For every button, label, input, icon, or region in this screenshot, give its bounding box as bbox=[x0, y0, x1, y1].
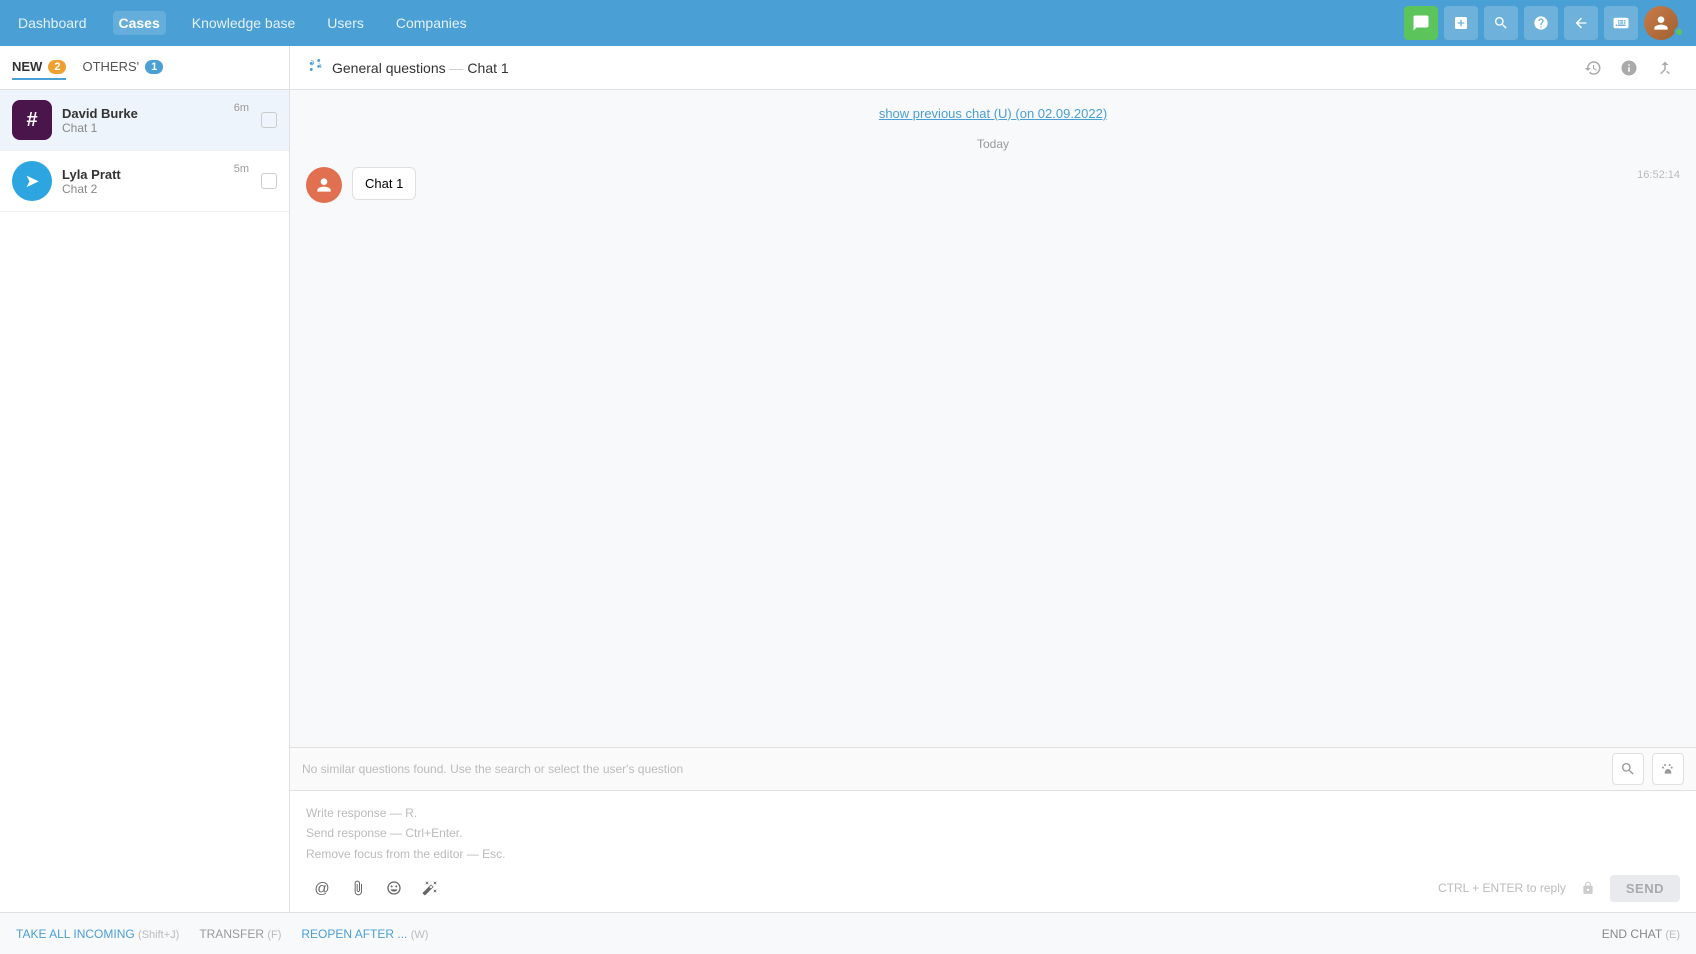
chat-name-lyla: Lyla Pratt bbox=[62, 167, 251, 182]
suggestions-text: No similar questions found. Use the sear… bbox=[302, 762, 1604, 776]
tab-new-label: NEW bbox=[12, 59, 42, 74]
suggestions-bar: No similar questions found. Use the sear… bbox=[290, 747, 1696, 791]
chat-sub-lyla: Chat 2 bbox=[62, 182, 251, 196]
suggestions-search-btn[interactable] bbox=[1612, 753, 1644, 785]
attach-btn[interactable] bbox=[342, 872, 374, 904]
user-avatar-area bbox=[1644, 6, 1684, 40]
avatar[interactable] bbox=[1644, 6, 1678, 40]
end-chat-btn[interactable]: END CHAT (E) bbox=[1602, 927, 1680, 941]
messages-area: show previous chat (U) (on 02.09.2022) T… bbox=[290, 90, 1696, 747]
message-bubble: Chat 1 bbox=[352, 167, 416, 200]
tab-new-badge: 2 bbox=[48, 60, 66, 74]
merge-icon-btn[interactable] bbox=[1650, 53, 1680, 83]
message-content: Chat 1 bbox=[352, 167, 1627, 200]
mention-btn[interactable]: @ bbox=[306, 872, 338, 904]
keyboard-icon-btn[interactable] bbox=[1604, 6, 1638, 40]
chat-area: General questions — Chat 1 show previous… bbox=[290, 46, 1696, 912]
send-section: CTRL + ENTER to reply SEND bbox=[1438, 874, 1680, 902]
tab-others[interactable]: OTHERS' 1 bbox=[82, 55, 163, 80]
main-layout: NEW 2 OTHERS' 1 # David Burke Chat 1 6m bbox=[0, 46, 1696, 912]
status-indicator bbox=[1674, 27, 1684, 37]
chat-checkbox-david[interactable] bbox=[261, 112, 277, 128]
transfer-btn[interactable]: TRANSFER (F) bbox=[199, 927, 281, 941]
help-icon-btn[interactable] bbox=[1524, 6, 1558, 40]
lock-btn[interactable] bbox=[1574, 874, 1602, 902]
chat-sub-david: Chat 1 bbox=[62, 121, 251, 135]
response-toolbar: @ CTRL + ENTER to reply SEND bbox=[306, 864, 1680, 904]
emoji-btn[interactable] bbox=[378, 872, 410, 904]
nav-cases[interactable]: Cases bbox=[113, 11, 166, 35]
send-button[interactable]: SEND bbox=[1610, 875, 1680, 902]
top-navigation: Dashboard Cases Knowledge base Users Com… bbox=[0, 0, 1696, 46]
chat-checkbox-lyla[interactable] bbox=[261, 173, 277, 189]
tab-new[interactable]: NEW 2 bbox=[12, 55, 66, 80]
chat-list: # David Burke Chat 1 6m ➤ Lyla Pratt Cha… bbox=[0, 90, 289, 912]
nav-right-actions bbox=[1404, 6, 1684, 40]
response-area: Write response — R. Send response — Ctrl… bbox=[290, 791, 1696, 912]
chat-info-david: David Burke Chat 1 bbox=[62, 106, 251, 135]
bottom-bar: TAKE ALL INCOMING (Shift+J) TRANSFER (F)… bbox=[0, 912, 1696, 954]
message-time: 16:52:14 bbox=[1637, 169, 1680, 181]
chat-name-david: David Burke bbox=[62, 106, 251, 121]
nav-dashboard[interactable]: Dashboard bbox=[12, 11, 93, 35]
format-btn[interactable] bbox=[414, 872, 446, 904]
response-hints: Write response — R. Send response — Ctrl… bbox=[306, 803, 1680, 864]
history-icon-btn[interactable] bbox=[1578, 53, 1608, 83]
sidebar: NEW 2 OTHERS' 1 # David Burke Chat 1 6m bbox=[0, 46, 290, 912]
sidebar-tabs: NEW 2 OTHERS' 1 bbox=[0, 46, 289, 90]
add-icon-btn[interactable] bbox=[1444, 6, 1478, 40]
suggestions-pet-btn[interactable] bbox=[1652, 753, 1684, 785]
search-icon-btn[interactable] bbox=[1484, 6, 1518, 40]
chat-header: General questions — Chat 1 bbox=[290, 46, 1696, 90]
back-icon-btn[interactable] bbox=[1564, 6, 1598, 40]
header-actions bbox=[1578, 53, 1680, 83]
date-divider: Today bbox=[306, 137, 1680, 151]
reopen-after-btn[interactable]: REOPEN AFTER ... (W) bbox=[301, 927, 428, 941]
nav-knowledge-base[interactable]: Knowledge base bbox=[186, 11, 302, 35]
chat-time-david: 6m bbox=[234, 102, 249, 114]
prev-chat-link[interactable]: show previous chat (U) (on 02.09.2022) bbox=[306, 106, 1680, 121]
prev-chat-date: (on 02.09.2022) bbox=[1015, 106, 1107, 121]
chat-avatar-slack: # bbox=[12, 100, 52, 140]
branch-icon bbox=[306, 56, 324, 79]
nav-companies[interactable]: Companies bbox=[390, 11, 473, 35]
tab-others-badge: 1 bbox=[145, 60, 163, 74]
take-all-incoming-btn[interactable]: TAKE ALL INCOMING (Shift+J) bbox=[16, 927, 179, 941]
chat-avatar-telegram: ➤ bbox=[12, 161, 52, 201]
send-hint: CTRL + ENTER to reply bbox=[1438, 881, 1566, 895]
nav-users[interactable]: Users bbox=[321, 11, 370, 35]
chat-info-lyla: Lyla Pratt Chat 2 bbox=[62, 167, 251, 196]
info-icon-btn[interactable] bbox=[1614, 53, 1644, 83]
message-row: Chat 1 16:52:14 bbox=[306, 167, 1680, 203]
chat-item-david-burke[interactable]: # David Burke Chat 1 6m bbox=[0, 90, 289, 151]
chat-header-title: General questions — Chat 1 bbox=[332, 60, 1570, 76]
chat-time-lyla: 5m bbox=[234, 163, 249, 175]
chat-icon-btn[interactable] bbox=[1404, 6, 1438, 40]
message-avatar bbox=[306, 167, 342, 203]
tab-others-label: OTHERS' bbox=[82, 59, 139, 74]
chat-item-lyla-pratt[interactable]: ➤ Lyla Pratt Chat 2 5m bbox=[0, 151, 289, 212]
